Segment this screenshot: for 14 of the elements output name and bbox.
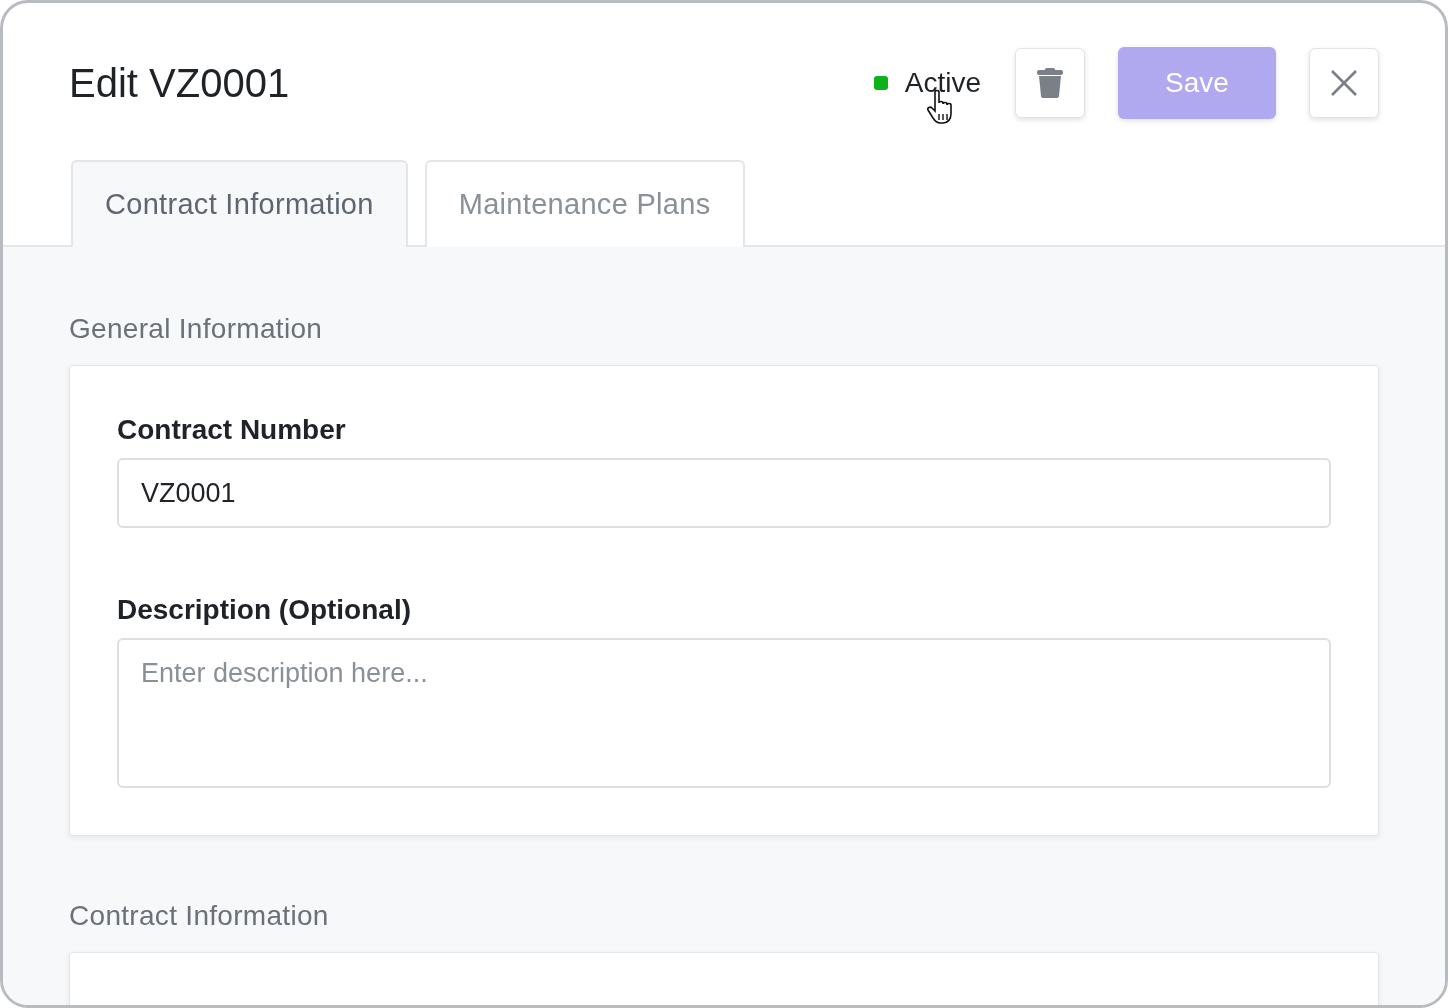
tab[interactable]: Contract Information — [71, 160, 408, 247]
field-label: Description (Optional) — [117, 594, 412, 626]
delete-button[interactable] — [1015, 48, 1085, 118]
status-label: Active — [904, 67, 981, 99]
close-icon — [1330, 69, 1358, 97]
section-heading: Contract Information — [69, 900, 330, 932]
trash-icon — [1037, 68, 1063, 98]
description-field[interactable]: Enter description here... — [117, 638, 1331, 788]
section-heading: General Information — [69, 313, 324, 345]
text-field[interactable]: VZ0001 — [117, 458, 1331, 528]
dialog-title: Edit VZ0001 — [69, 60, 291, 106]
tab[interactable]: Maintenance Plans — [424, 160, 745, 247]
close-button[interactable] — [1309, 48, 1379, 118]
field-label: Contract Number — [117, 414, 347, 446]
